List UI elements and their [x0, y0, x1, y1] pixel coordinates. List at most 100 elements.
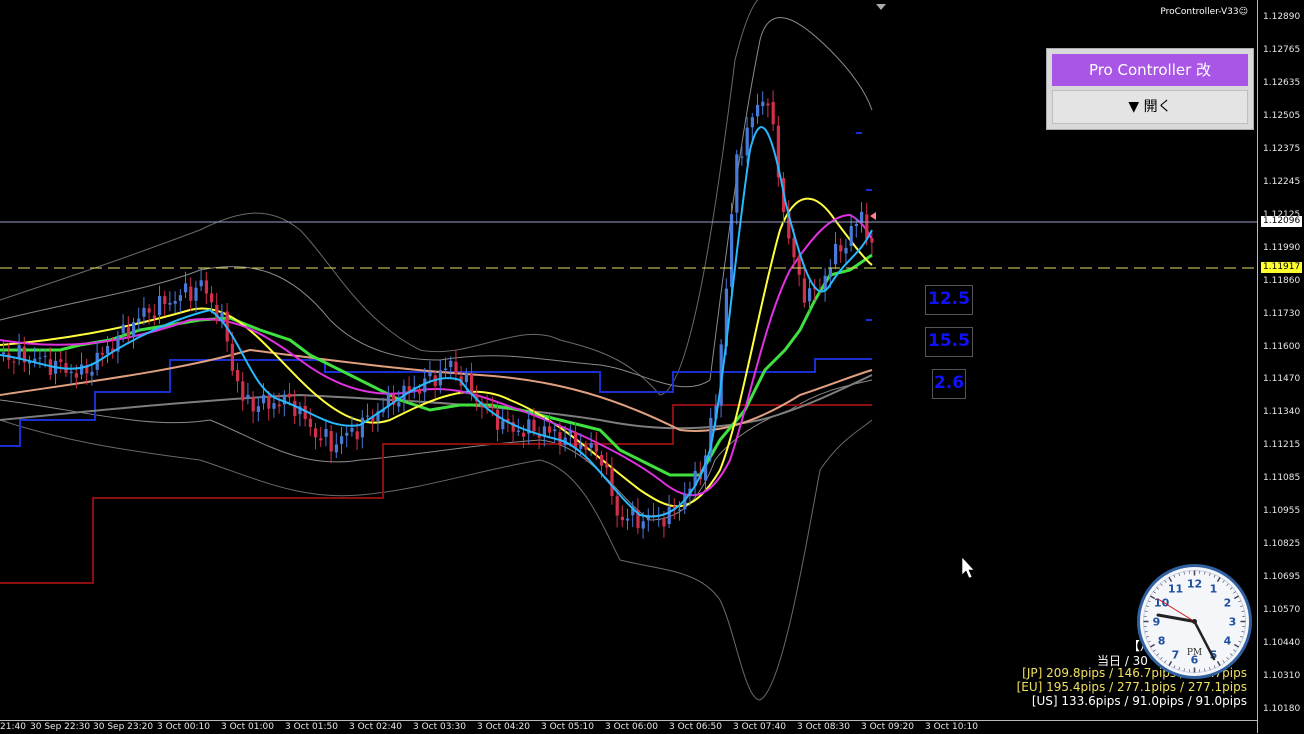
clock-icon: 121234567891011 PM — [1136, 563, 1253, 680]
candle-body — [761, 102, 764, 106]
time-axis-label: 3 Oct 08:30 — [797, 722, 850, 732]
candle-body — [517, 431, 520, 432]
candle-body — [548, 426, 551, 432]
candle-body — [798, 256, 801, 275]
candle-body — [324, 429, 327, 437]
candle-body — [865, 214, 868, 238]
clock-number: 7 — [1172, 648, 1180, 661]
yellow-ma — [0, 199, 872, 507]
candle-body — [662, 519, 665, 527]
candle-body — [246, 395, 249, 399]
price-scale-label: 1.10310 — [1263, 671, 1300, 681]
price-scale-label: 1.12765 — [1263, 45, 1300, 55]
price-scale-label: 1.11085 — [1263, 473, 1300, 483]
candle-body — [257, 406, 260, 412]
clock-number: 8 — [1158, 635, 1166, 648]
candle-body — [808, 288, 811, 301]
value-box-1: 12.5 — [925, 285, 973, 315]
price-scale-label: 1.11470 — [1263, 374, 1300, 384]
candle-body — [168, 303, 171, 305]
price-scale-label: 1.11990 — [1263, 243, 1300, 253]
price-scale[interactable]: 1.128901.127651.126351.125051.123751.122… — [1257, 0, 1304, 733]
candle-body — [330, 431, 333, 451]
candle-body — [844, 248, 847, 254]
pro-controller-title[interactable]: Pro Controller 改 — [1052, 54, 1248, 86]
candle-body — [80, 364, 83, 374]
bollinger-outer-upper — [0, 0, 780, 395]
candle-body — [839, 245, 842, 251]
candle-body — [834, 244, 837, 264]
candle-body — [766, 103, 769, 105]
candle-body — [75, 373, 78, 378]
candle-body — [194, 288, 197, 301]
candle-body — [241, 381, 244, 400]
candle-body — [319, 438, 322, 440]
stats-eu: [EU] 195.4pips / 277.1pips / 277.1pips — [1017, 680, 1247, 694]
time-axis-label: 3 Oct 09:20 — [861, 722, 914, 732]
candle-body — [122, 325, 125, 334]
candle-body — [158, 296, 161, 315]
candle-body — [610, 467, 613, 496]
clock-number: 4 — [1224, 635, 1232, 648]
candle-body — [605, 463, 608, 467]
indicator-version-label: ProController-V33☺ — [1160, 7, 1248, 17]
time-axis-label: 3 Oct 04:20 — [477, 722, 530, 732]
time-axis[interactable]: 21:4030 Sep 22:3030 Sep 23:203 Oct 00:10… — [0, 720, 1257, 734]
candle-body — [402, 386, 405, 400]
bollinger-upper — [0, 18, 872, 387]
candle-body — [730, 214, 733, 287]
time-axis-label: 3 Oct 01:50 — [285, 722, 338, 732]
candle-body — [293, 401, 296, 416]
candle-body — [174, 301, 177, 304]
candle-body — [205, 280, 208, 293]
candle-body — [642, 521, 645, 528]
candle-body — [496, 410, 499, 430]
candle-body — [553, 429, 556, 431]
clock-number: 9 — [1153, 616, 1161, 629]
clock-number: 10 — [1154, 597, 1170, 610]
time-axis-label: 3 Oct 10:10 — [925, 722, 978, 732]
candle-body — [870, 238, 873, 243]
candle-body — [491, 406, 494, 407]
candle-body — [756, 105, 759, 116]
candle-body — [220, 312, 223, 318]
candle-body — [397, 402, 400, 406]
candle-body — [350, 428, 353, 432]
candle-body — [189, 287, 192, 301]
candle-body — [569, 430, 572, 435]
candle-body — [751, 117, 754, 127]
line-price-tag: 1.11917 — [1261, 262, 1302, 273]
candle-body — [356, 431, 359, 439]
bollinger-outer-lower — [0, 420, 872, 700]
candle-body — [735, 154, 738, 212]
open-button[interactable]: ▼ 開く — [1052, 90, 1248, 124]
candle-body — [668, 507, 671, 524]
price-scale-label: 1.10825 — [1263, 539, 1300, 549]
price-scale-label: 1.10570 — [1263, 605, 1300, 615]
time-axis-label: 3 Oct 03:30 — [413, 722, 466, 732]
candle-body — [252, 397, 255, 411]
candle-body — [200, 280, 203, 286]
candle-body — [163, 296, 166, 304]
clock-number: 3 — [1229, 616, 1237, 629]
price-scale-label: 1.10440 — [1263, 638, 1300, 648]
salmon-ma — [0, 350, 872, 431]
candle-body — [184, 283, 187, 292]
candle-body — [850, 226, 853, 246]
price-scale-label: 1.12505 — [1263, 111, 1300, 121]
candle-body — [335, 445, 338, 453]
green-ma — [0, 255, 872, 475]
candle-body — [522, 433, 525, 437]
candle-body — [590, 443, 593, 448]
candle-body — [38, 358, 41, 359]
clock-pm-label: PM — [1187, 648, 1202, 658]
time-axis-label: 3 Oct 06:50 — [669, 722, 722, 732]
candle-body — [2, 352, 5, 354]
candle-body — [90, 372, 93, 376]
time-axis-label: 3 Oct 05:10 — [541, 722, 594, 732]
candle-body — [137, 318, 140, 322]
candle-body — [584, 445, 587, 449]
candle-body — [501, 420, 504, 429]
price-scale-label: 1.11600 — [1263, 342, 1300, 352]
shift-marker-icon — [876, 4, 886, 10]
